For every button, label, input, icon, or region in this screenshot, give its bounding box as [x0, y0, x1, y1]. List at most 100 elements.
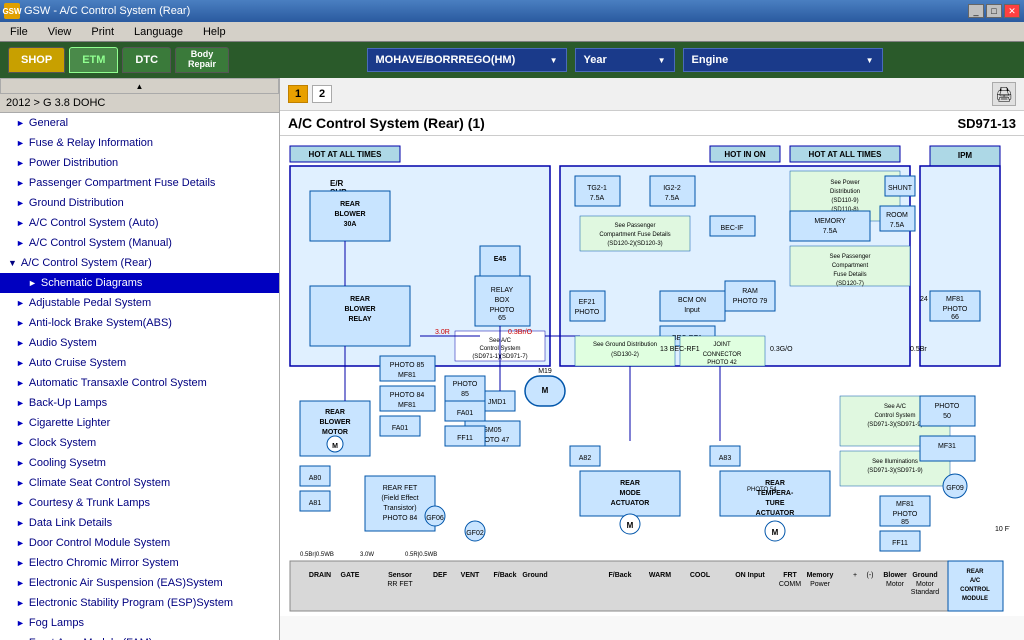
menu-view[interactable]: View	[42, 24, 78, 40]
svg-text:CONTROL: CONTROL	[960, 587, 990, 593]
svg-text:MF81: MF81	[398, 372, 416, 379]
menu-print[interactable]: Print	[85, 24, 120, 40]
svg-text:(SD971-3)(SD971-9): (SD971-3)(SD971-9)	[867, 422, 922, 428]
sidebar-item-general[interactable]: ► General	[0, 113, 279, 133]
sidebar-item-eas[interactable]: ► Electronic Air Suspension (EAS)System	[0, 573, 279, 593]
svg-text:0.5Br|0.5WB: 0.5Br|0.5WB	[300, 552, 334, 558]
vehicle-selector[interactable]: MOHAVE/BORRREGO(HM) ▼	[367, 48, 567, 72]
svg-text:66: 66	[951, 314, 959, 321]
svg-text:FF11: FF11	[892, 540, 908, 547]
sidebar-item-auto-cruise[interactable]: ► Auto Cruise System	[0, 353, 279, 373]
print-button[interactable]: 🖨	[992, 82, 1016, 106]
sidebar-item-transaxle[interactable]: ► Automatic Transaxle Control System	[0, 373, 279, 393]
title-bar: GSW GSW - A/C Control System (Rear) _ □ …	[0, 0, 1024, 22]
svg-text:ACTUATOR: ACTUATOR	[756, 510, 795, 517]
tab-etm[interactable]: ETM	[69, 47, 118, 73]
svg-text:PHOTO: PHOTO	[935, 403, 960, 410]
menu-language[interactable]: Language	[128, 24, 189, 40]
svg-text:0.5Br: 0.5Br	[910, 346, 927, 353]
sidebar-item-courtesy-trunk[interactable]: ► Courtesy & Trunk Lamps	[0, 493, 279, 513]
sidebar-item-door-control[interactable]: ► Door Control Module System	[0, 533, 279, 553]
sidebar-item-pax-fuse[interactable]: ► Passenger Compartment Fuse Details	[0, 173, 279, 193]
sidebar-item-electro-mirror[interactable]: ► Electro Chromic Mirror System	[0, 553, 279, 573]
sidebar-item-cooling[interactable]: ► Cooling Sysetm	[0, 453, 279, 473]
svg-text:M: M	[772, 528, 779, 537]
svg-text:Blower: Blower	[883, 572, 907, 579]
sidebar-item-climate-seat[interactable]: ► Climate Seat Control System	[0, 473, 279, 493]
svg-text:EF21: EF21	[579, 299, 596, 306]
engine-selector[interactable]: Engine ▼	[683, 48, 883, 72]
svg-text:RAM: RAM	[742, 288, 758, 295]
year-selector[interactable]: Year ▼	[575, 48, 675, 72]
svg-text:SHUNT: SHUNT	[888, 185, 913, 192]
sidebar-item-adj-pedal[interactable]: ► Adjustable Pedal System	[0, 293, 279, 313]
svg-text:(SD110-9): (SD110-9)	[831, 198, 858, 204]
svg-text:30A: 30A	[344, 221, 357, 228]
sidebar-item-clock[interactable]: ► Clock System	[0, 433, 279, 453]
svg-text:REAR FET: REAR FET	[383, 485, 418, 492]
svg-text:7.5A: 7.5A	[590, 195, 605, 202]
svg-text:7.5A: 7.5A	[665, 195, 680, 202]
svg-text:TG2-1: TG2-1	[587, 185, 607, 192]
svg-text:M: M	[332, 443, 338, 450]
svg-text:A82: A82	[579, 455, 592, 462]
svg-text:7.5A: 7.5A	[823, 228, 838, 235]
svg-text:MF81: MF81	[946, 296, 964, 303]
svg-text:Input: Input	[684, 307, 700, 314]
svg-text:PHOTO 79: PHOTO 79	[733, 298, 768, 305]
svg-text:Standard: Standard	[911, 589, 940, 596]
page-2-button[interactable]: 2	[312, 85, 332, 103]
svg-text:A80: A80	[309, 475, 322, 482]
sidebar-item-data-link[interactable]: ► Data Link Details	[0, 513, 279, 533]
svg-text:3.0R: 3.0R	[435, 329, 450, 336]
sidebar-item-power-dist[interactable]: ► Power Distribution	[0, 153, 279, 173]
sidebar-item-ac-rear[interactable]: ▼ A/C Control System (Rear)	[0, 253, 279, 273]
tab-dtc[interactable]: DTC	[122, 47, 171, 73]
sidebar-item-backup-lamps[interactable]: ► Back-Up Lamps	[0, 393, 279, 413]
sidebar-scroll-up[interactable]: ▲	[0, 78, 279, 94]
sidebar-item-ac-manual[interactable]: ► A/C Control System (Manual)	[0, 233, 279, 253]
svg-text:Power: Power	[810, 581, 831, 588]
tab-shop[interactable]: SHOP	[8, 47, 65, 73]
svg-text:Ground: Ground	[912, 572, 937, 579]
maximize-button[interactable]: □	[986, 4, 1002, 18]
sidebar-item-fam[interactable]: ► Front Area Module (FAM)	[0, 633, 279, 640]
app-logo: GSW	[4, 3, 20, 19]
svg-text:85: 85	[461, 391, 469, 398]
schematic-svg: HOT AT ALL TIMES HOT IN ON HOT AT ALL TI…	[280, 136, 1010, 616]
svg-text:PHOTO 84: PHOTO 84	[390, 392, 425, 399]
sidebar-item-schematic-diagrams[interactable]: ► Schematic Diagrams	[0, 273, 279, 293]
sidebar-item-abs[interactable]: ► Anti-lock Brake System(ABS)	[0, 313, 279, 333]
svg-text:M: M	[627, 521, 634, 530]
svg-text:See Passenger: See Passenger	[829, 254, 870, 260]
svg-text:A83: A83	[719, 455, 732, 462]
menu-help[interactable]: Help	[197, 24, 232, 40]
svg-text:See Ground Distribution: See Ground Distribution	[593, 342, 657, 348]
sidebar-item-esp[interactable]: ► Electronic Stability Program (ESP)Syst…	[0, 593, 279, 613]
close-button[interactable]: ✕	[1004, 4, 1020, 18]
svg-text:Compartment Fuse Details: Compartment Fuse Details	[599, 232, 670, 238]
sidebar-item-ground-dist[interactable]: ► Ground Distribution	[0, 193, 279, 213]
svg-text:VENT: VENT	[461, 572, 480, 579]
title-text: GSW - A/C Control System (Rear)	[24, 5, 190, 17]
svg-text:PHOTO: PHOTO	[453, 381, 478, 388]
svg-text:Ground: Ground	[522, 572, 547, 579]
sidebar-item-cigarette[interactable]: ► Cigarette Lighter	[0, 413, 279, 433]
svg-text:FA01: FA01	[392, 425, 408, 432]
svg-text:REAR: REAR	[325, 409, 345, 416]
svg-text:M: M	[542, 386, 549, 395]
minimize-button[interactable]: _	[968, 4, 984, 18]
svg-text:BLOWER: BLOWER	[334, 211, 365, 218]
sidebar-item-fuse-relay[interactable]: ► Fuse & Relay Information	[0, 133, 279, 153]
svg-text:BLOWER: BLOWER	[319, 419, 350, 426]
svg-text:See Power: See Power	[830, 180, 859, 186]
tab-body-repair[interactable]: BodyRepair	[175, 47, 229, 73]
svg-text:MF31: MF31	[938, 443, 956, 450]
svg-text:HOT AT ALL TIMES: HOT AT ALL TIMES	[309, 150, 383, 159]
sidebar-item-audio[interactable]: ► Audio System	[0, 333, 279, 353]
menu-file[interactable]: File	[4, 24, 34, 40]
sidebar-item-ac-auto[interactable]: ► A/C Control System (Auto)	[0, 213, 279, 233]
svg-text:See Passenger: See Passenger	[614, 223, 655, 229]
page-1-button[interactable]: 1	[288, 85, 308, 103]
sidebar-item-fog-lamps[interactable]: ► Fog Lamps	[0, 613, 279, 633]
